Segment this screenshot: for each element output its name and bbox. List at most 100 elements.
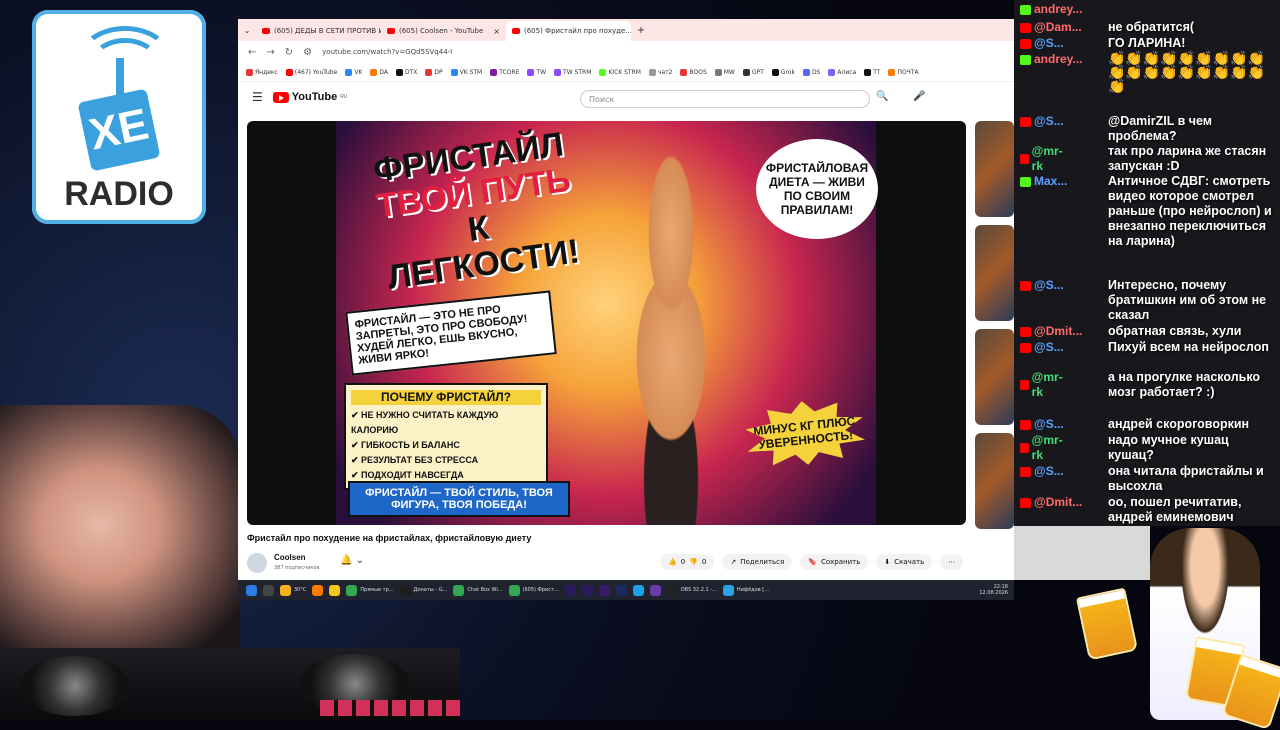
antenna-icon — [116, 58, 124, 98]
signal-wave-icon — [92, 38, 158, 83]
bookmark[interactable]: TW — [527, 68, 546, 76]
close-tab-icon[interactable]: × — [493, 27, 500, 36]
bookmark[interactable]: TW STRM — [554, 68, 591, 76]
recommended-thumbnail[interactable] — [975, 121, 1014, 217]
chat-meta: andrey... — [1020, 52, 1082, 67]
recommended-thumbnail[interactable] — [975, 329, 1014, 425]
url-field[interactable]: youtube.com/watch?v=GQd5SVq44-I — [322, 48, 452, 56]
chat-text: обратная связь, хули — [1108, 324, 1242, 338]
bookmark-label: Алиса — [837, 68, 857, 76]
system-clock[interactable]: 22:18 12.08.2026 — [979, 584, 1014, 596]
bookmark[interactable]: DA — [370, 68, 388, 76]
taskbar-app[interactable]: Донаты - G... — [399, 584, 447, 596]
youtube-favicon-icon — [387, 28, 395, 34]
bookmark[interactable]: GPT — [742, 68, 764, 76]
bookmark-favicon-icon — [742, 68, 750, 76]
taskbar-app[interactable]: (605) Фрист... — [508, 584, 559, 596]
thumbs-down-icon[interactable]: 👎 — [689, 558, 698, 566]
bookmark[interactable]: DS — [802, 68, 820, 76]
tab-strip: ⌄ (605) ДЕДЫ В СЕТИ ПРОТИВ И... × (605) … — [238, 19, 1014, 41]
taskbar-app[interactable] — [649, 584, 661, 596]
notification-bell-icon[interactable]: 🔔 ⌄ — [340, 555, 364, 566]
taskbar-app[interactable] — [263, 584, 274, 596]
bookmark-favicon-icon — [554, 68, 562, 76]
app-icon — [615, 584, 627, 596]
why-item: ✔ РЕЗУЛЬТАТ БЕЗ СТРЕССА — [351, 455, 479, 465]
chat-meta: @S... — [1020, 417, 1064, 432]
chat-username: @Dmit... — [1034, 495, 1083, 509]
youtube-badge-icon — [1020, 380, 1029, 390]
tab[interactable]: (605) ДЕДЫ В СЕТИ ПРОТИВ И... × — [256, 21, 381, 41]
bookmark[interactable]: VK — [345, 68, 362, 76]
bookmarks-bar: Яндекс (467) YouTube VK DA DTX DP VK STM TCORE T… — [238, 63, 1014, 82]
more-actions-icon[interactable]: ⋯ — [940, 554, 964, 570]
bookmark[interactable]: KICK STRM — [599, 68, 641, 76]
search-icon[interactable]: 🔍 — [876, 91, 888, 102]
new-tab-button[interactable]: + — [631, 21, 651, 41]
tab[interactable]: (605) Coolsen - YouTube × — [381, 21, 506, 41]
bookmark[interactable]: Алиса — [828, 68, 857, 76]
bookmark[interactable]: Grok — [771, 68, 795, 76]
save-button[interactable]: 🔖 Сохранить — [800, 554, 869, 570]
bookmark[interactable]: DTX — [395, 68, 417, 76]
app-icon — [598, 584, 610, 596]
taskbar-app[interactable] — [312, 584, 324, 596]
taskbar-app[interactable]: OBS 32.2.1 -... — [666, 584, 717, 596]
taskbar-app[interactable]: Прямые тр... — [346, 584, 394, 596]
taskbar-app[interactable] — [581, 584, 593, 596]
download-button[interactable]: ⬇ Скачать — [876, 554, 933, 570]
youtube-badge-icon — [1020, 342, 1031, 353]
taskbar-app[interactable] — [329, 584, 341, 596]
youtube-logo[interactable]: YouTube RU — [272, 91, 347, 103]
chat-username: @mr-rk — [1031, 433, 1063, 462]
chat-meta: @Dmit... — [1020, 324, 1082, 339]
forward-icon[interactable]: → — [266, 47, 274, 58]
recommended-thumbnail[interactable] — [975, 225, 1014, 321]
bookmark[interactable]: BOOS — [680, 68, 707, 76]
bookmark-favicon-icon — [888, 68, 896, 76]
channel-avatar[interactable] — [247, 553, 267, 573]
chat-username: @Dam... — [1034, 20, 1082, 34]
chat-meta: @S... — [1020, 340, 1064, 355]
video-player[interactable]: ФРИСТАЙЛ ТВОЙ ПУТЬ К ЛЕГКОСТИ! ФРИСТАЙЛ … — [247, 121, 966, 525]
thumbnail-minus-burst: МИНУС КГ ПЛЮС УВЕРЕННОСТЬ! — [743, 395, 867, 471]
taskbar-app[interactable] — [632, 584, 644, 596]
bookmark[interactable]: чат2 — [648, 68, 672, 76]
tab-search-icon[interactable]: ⌄ — [238, 21, 256, 41]
thumbnail-headline: ФРИСТАЙЛ ТВОЙ ПУТЬ К ЛЕГКОСТИ! — [357, 124, 595, 297]
taskbar-app[interactable] — [615, 584, 627, 596]
share-label: Поделиться — [740, 558, 785, 566]
menu-icon[interactable]: ☰ — [252, 90, 263, 104]
channel-name[interactable]: Coolsen — [274, 553, 306, 562]
recommended-strip — [1014, 526, 1150, 580]
bookmark-favicon-icon — [680, 68, 688, 76]
app-icon — [666, 584, 678, 596]
taskbar-app[interactable]: Chat Box Wi... — [453, 584, 503, 596]
bookmark[interactable]: (467) YouTube — [285, 68, 337, 76]
clap-emojis: 👏👏👏👏👏👏👏👏👏 👏👏👏👏👏👏👏👏👏 👏 — [1108, 52, 1268, 94]
taskbar-app[interactable]: Нифёдов [... — [722, 584, 769, 596]
share-button[interactable]: ↗ Поделиться — [722, 554, 793, 570]
clock-date: 12.08.2026 — [979, 590, 1008, 596]
taskbar-app[interactable]: 30°C — [280, 584, 306, 596]
like-button[interactable]: 👍 0 👎 0 — [660, 554, 715, 570]
bookmark[interactable]: MW — [714, 68, 735, 76]
chat-meta: @S... — [1020, 278, 1064, 293]
bookmark[interactable]: VK STM — [450, 68, 482, 76]
taskbar-app[interactable] — [598, 584, 610, 596]
windows-start-icon[interactable] — [246, 584, 257, 596]
recommended-thumbnail[interactable] — [975, 433, 1014, 529]
bookmark[interactable]: TT — [864, 68, 880, 76]
clap-emoji-row: 👏 — [1108, 79, 1126, 95]
microphone-icon[interactable]: 🎤 — [913, 91, 925, 102]
tab-active[interactable]: (605) Фристайл про похуде... × — [506, 21, 631, 41]
bookmark[interactable]: DP — [425, 68, 443, 76]
taskbar-app[interactable] — [564, 584, 576, 596]
bookmark[interactable]: ПОЧТА — [888, 68, 919, 76]
back-icon[interactable]: ← — [248, 47, 256, 58]
reload-icon[interactable]: ↻ — [285, 47, 293, 58]
search-input[interactable]: Поиск — [580, 90, 870, 108]
site-info-icon[interactable]: ⚙ — [303, 47, 312, 58]
bookmark[interactable]: TCORE — [490, 68, 519, 76]
bookmark[interactable]: Яндекс — [246, 68, 278, 76]
